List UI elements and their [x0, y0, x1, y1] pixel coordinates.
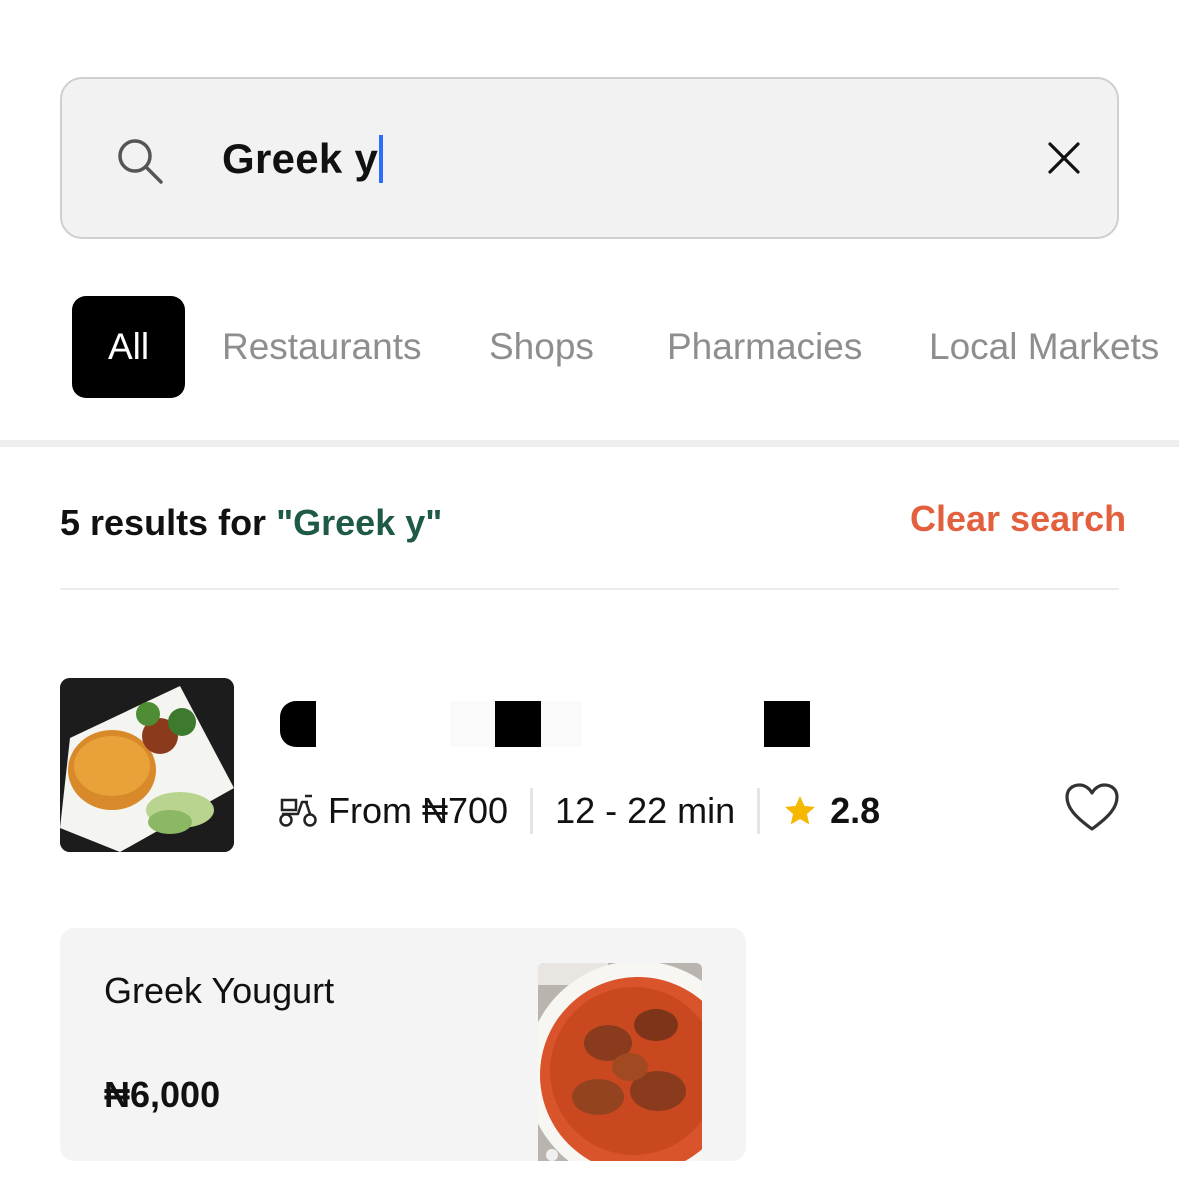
results-query: "Greek y"	[276, 502, 443, 543]
section-divider	[0, 440, 1179, 447]
star-icon	[785, 796, 816, 825]
restaurant-thumbnail	[60, 678, 234, 852]
redacted-name-block	[280, 701, 316, 747]
clear-search-link[interactable]: Clear search	[910, 498, 1126, 540]
search-input-text: Greek y	[222, 135, 379, 182]
meta-separator	[530, 788, 534, 834]
redacted-name-block	[764, 701, 810, 747]
text-caret	[379, 135, 384, 183]
results-divider	[60, 588, 1119, 590]
delivery-eta: 12 - 22 min	[555, 790, 736, 831]
tab-restaurants[interactable]: Restaurants	[222, 296, 422, 398]
restaurant-meta: From ₦700 12 - 22 min 2.8	[278, 786, 880, 836]
dish-card[interactable]: Greek Yougurt ₦6,000	[60, 928, 746, 1161]
dish-price: ₦6,000	[104, 1074, 221, 1115]
redacted-name-block	[495, 701, 541, 747]
scooter-icon	[279, 794, 317, 827]
tab-local-markets[interactable]: Local Markets	[929, 296, 1159, 398]
category-tabs: All Restaurants Shops Pharmacies Local M…	[0, 296, 1179, 400]
search-input[interactable]: Greek y	[222, 128, 384, 190]
close-icon[interactable]	[1044, 138, 1084, 178]
restaurant-rating: 2.8	[830, 790, 881, 831]
meta-separator	[757, 788, 761, 834]
delivery-fee: From ₦700	[328, 790, 509, 831]
search-icon	[118, 139, 163, 184]
tab-all[interactable]: All	[72, 296, 185, 398]
tab-pharmacies[interactable]: Pharmacies	[667, 296, 862, 398]
results-count-text: 5 results for	[60, 502, 277, 543]
heart-icon[interactable]	[1064, 782, 1120, 834]
results-summary: 5 results for "Greek y"	[60, 502, 442, 544]
tab-shops[interactable]: Shops	[489, 296, 594, 398]
restaurant-result[interactable]: From ₦700 12 - 22 min 2.8	[0, 660, 1179, 880]
dish-image	[538, 963, 702, 1161]
search-results-screen: Greek y All Restaurants Shops Pharmacies…	[0, 0, 1179, 1196]
dish-name: Greek Yougurt	[104, 970, 335, 1011]
search-bar[interactable]	[60, 77, 1119, 239]
